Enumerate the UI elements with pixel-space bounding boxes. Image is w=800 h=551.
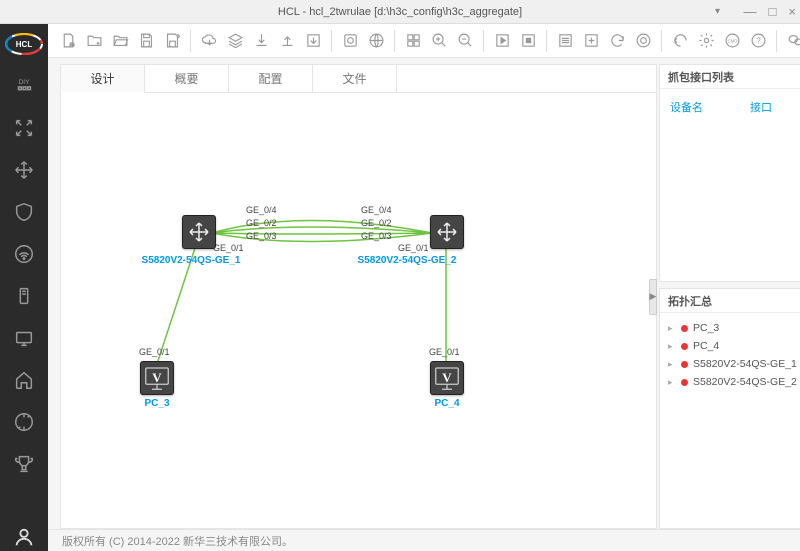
window-title: HCL - hcl_2twrulae [d:\h3c_config\h3c_ag…: [278, 6, 522, 18]
zoom-out-button[interactable]: [453, 29, 477, 53]
network-button[interactable]: [364, 29, 388, 53]
layers-button[interactable]: [223, 29, 247, 53]
close-button[interactable]: ×: [788, 4, 796, 19]
shield-icon[interactable]: [10, 198, 38, 226]
tab-config[interactable]: 配置: [229, 65, 313, 92]
trophy-icon[interactable]: [10, 450, 38, 478]
profile-icon[interactable]: [10, 523, 38, 551]
minimize-button[interactable]: —: [744, 4, 757, 19]
port-label: GE_0/3: [361, 231, 392, 241]
device-label: PC_3: [139, 398, 175, 409]
title-bar: HCL - hcl_2twrulae [d:\h3c_config\h3c_ag…: [0, 0, 800, 24]
tree-item[interactable]: ▸S5820V2-54QS-GE_2: [668, 373, 800, 391]
port-label: GE_0/1: [139, 347, 170, 357]
server-icon[interactable]: [10, 282, 38, 310]
device-pc-3[interactable]: V PC_3: [139, 361, 175, 409]
col-interface[interactable]: 接口: [750, 99, 772, 115]
port-label: GE_0/3: [246, 231, 277, 241]
device-label: S5820V2-54QS-GE_2: [358, 255, 457, 266]
topology-canvas[interactable]: GE_0/4 GE_0/2 GE_0/3 GE_0/4 GE_0/2 GE_0/…: [61, 93, 656, 528]
stop-button[interactable]: [516, 29, 540, 53]
save-as-button[interactable]: [160, 29, 184, 53]
device-switch-1[interactable]: S5820V2-54QS-GE_1: [181, 215, 217, 249]
home-icon[interactable]: [10, 366, 38, 394]
expand-icon[interactable]: [10, 114, 38, 142]
tabs: 设计 概要 配置 文件: [61, 65, 656, 93]
hcl-logo: HCL: [0, 28, 48, 58]
refresh-button[interactable]: [605, 29, 629, 53]
open-button[interactable]: [108, 29, 132, 53]
splitter-handle[interactable]: ▶: [649, 279, 657, 315]
settings-button[interactable]: [694, 29, 718, 53]
svg-text:?: ?: [756, 36, 761, 45]
monitor-icon[interactable]: [10, 324, 38, 352]
port-label: GE_0/4: [246, 205, 277, 215]
download-button[interactable]: [249, 29, 273, 53]
tab-design[interactable]: 设计: [61, 65, 145, 93]
copyright: 版权所有 (C) 2014-2022 新华三技术有限公司。: [62, 533, 293, 549]
port-label: GE_0/4: [361, 205, 392, 215]
folder-add-button[interactable]: [82, 29, 106, 53]
svg-text:CMD: CMD: [727, 39, 737, 44]
footer: 版权所有 (C) 2014-2022 新华三技术有限公司。: [48, 529, 800, 551]
port-label: GE_0/1: [213, 243, 244, 253]
add-box-button[interactable]: [579, 29, 603, 53]
pc-icon: V: [430, 361, 464, 395]
diy-icon[interactable]: DIY: [10, 72, 38, 100]
new-file-button[interactable]: [56, 29, 80, 53]
port-label: GE_0/2: [246, 218, 277, 228]
wifi-icon[interactable]: [10, 240, 38, 268]
zoom-in-button[interactable]: [427, 29, 451, 53]
device-label: S5820V2-54QS-GE_1: [142, 255, 241, 266]
col-device[interactable]: 设备名: [670, 99, 750, 115]
play-button[interactable]: [490, 29, 514, 53]
save-button[interactable]: [134, 29, 158, 53]
tab-overview[interactable]: 概要: [145, 65, 229, 92]
grid-button[interactable]: [401, 29, 425, 53]
list-button[interactable]: [553, 29, 577, 53]
panel-title: 拓扑汇总: [668, 293, 712, 309]
panel-title: 抓包接口列表: [668, 69, 734, 85]
upload-button[interactable]: [275, 29, 299, 53]
svg-text:DIY: DIY: [19, 79, 30, 86]
device-pc-4[interactable]: V PC_4: [429, 361, 465, 409]
topology-panel: 拓扑汇总▴ ▸PC_3 ▸PC_4 ▸S5820V2-54QS-GE_1 ▸S5…: [659, 288, 800, 529]
wechat-button[interactable]: [783, 29, 800, 53]
port-label: GE_0/1: [398, 243, 429, 253]
switch-icon: [182, 215, 216, 249]
sync-icon[interactable]: [10, 408, 38, 436]
device-label: PC_4: [429, 398, 465, 409]
tab-file[interactable]: 文件: [313, 65, 397, 92]
maximize-button[interactable]: □: [769, 4, 777, 19]
svg-text:HCL: HCL: [16, 40, 33, 49]
title-dropdown-icon[interactable]: ▾: [715, 6, 720, 17]
cloud-download-button[interactable]: [197, 29, 221, 53]
left-sidebar: HCL DIY: [0, 24, 48, 551]
wires: [61, 93, 656, 528]
switch-icon: [430, 215, 464, 249]
port-label: GE_0/2: [361, 218, 392, 228]
tree-item[interactable]: ▸PC_4: [668, 337, 800, 355]
record-button[interactable]: [631, 29, 655, 53]
port-label: GE_0/1: [429, 347, 460, 357]
device-switch-2[interactable]: S5820V2-54QS-GE_2: [429, 215, 465, 249]
export-button[interactable]: [301, 29, 325, 53]
tree-item[interactable]: ▸PC_3: [668, 319, 800, 337]
help-button[interactable]: ?: [746, 29, 770, 53]
tree-item[interactable]: ▸S5820V2-54QS-GE_1: [668, 355, 800, 373]
pc-icon: V: [140, 361, 174, 395]
move-icon[interactable]: [10, 156, 38, 184]
capture-panel: 抓包接口列表▴ 设备名 接口: [659, 64, 800, 282]
cmd-button[interactable]: CMD: [720, 29, 744, 53]
toolbar: CMD ?: [48, 24, 800, 58]
capture-button[interactable]: [338, 29, 362, 53]
undo-button[interactable]: [668, 29, 692, 53]
